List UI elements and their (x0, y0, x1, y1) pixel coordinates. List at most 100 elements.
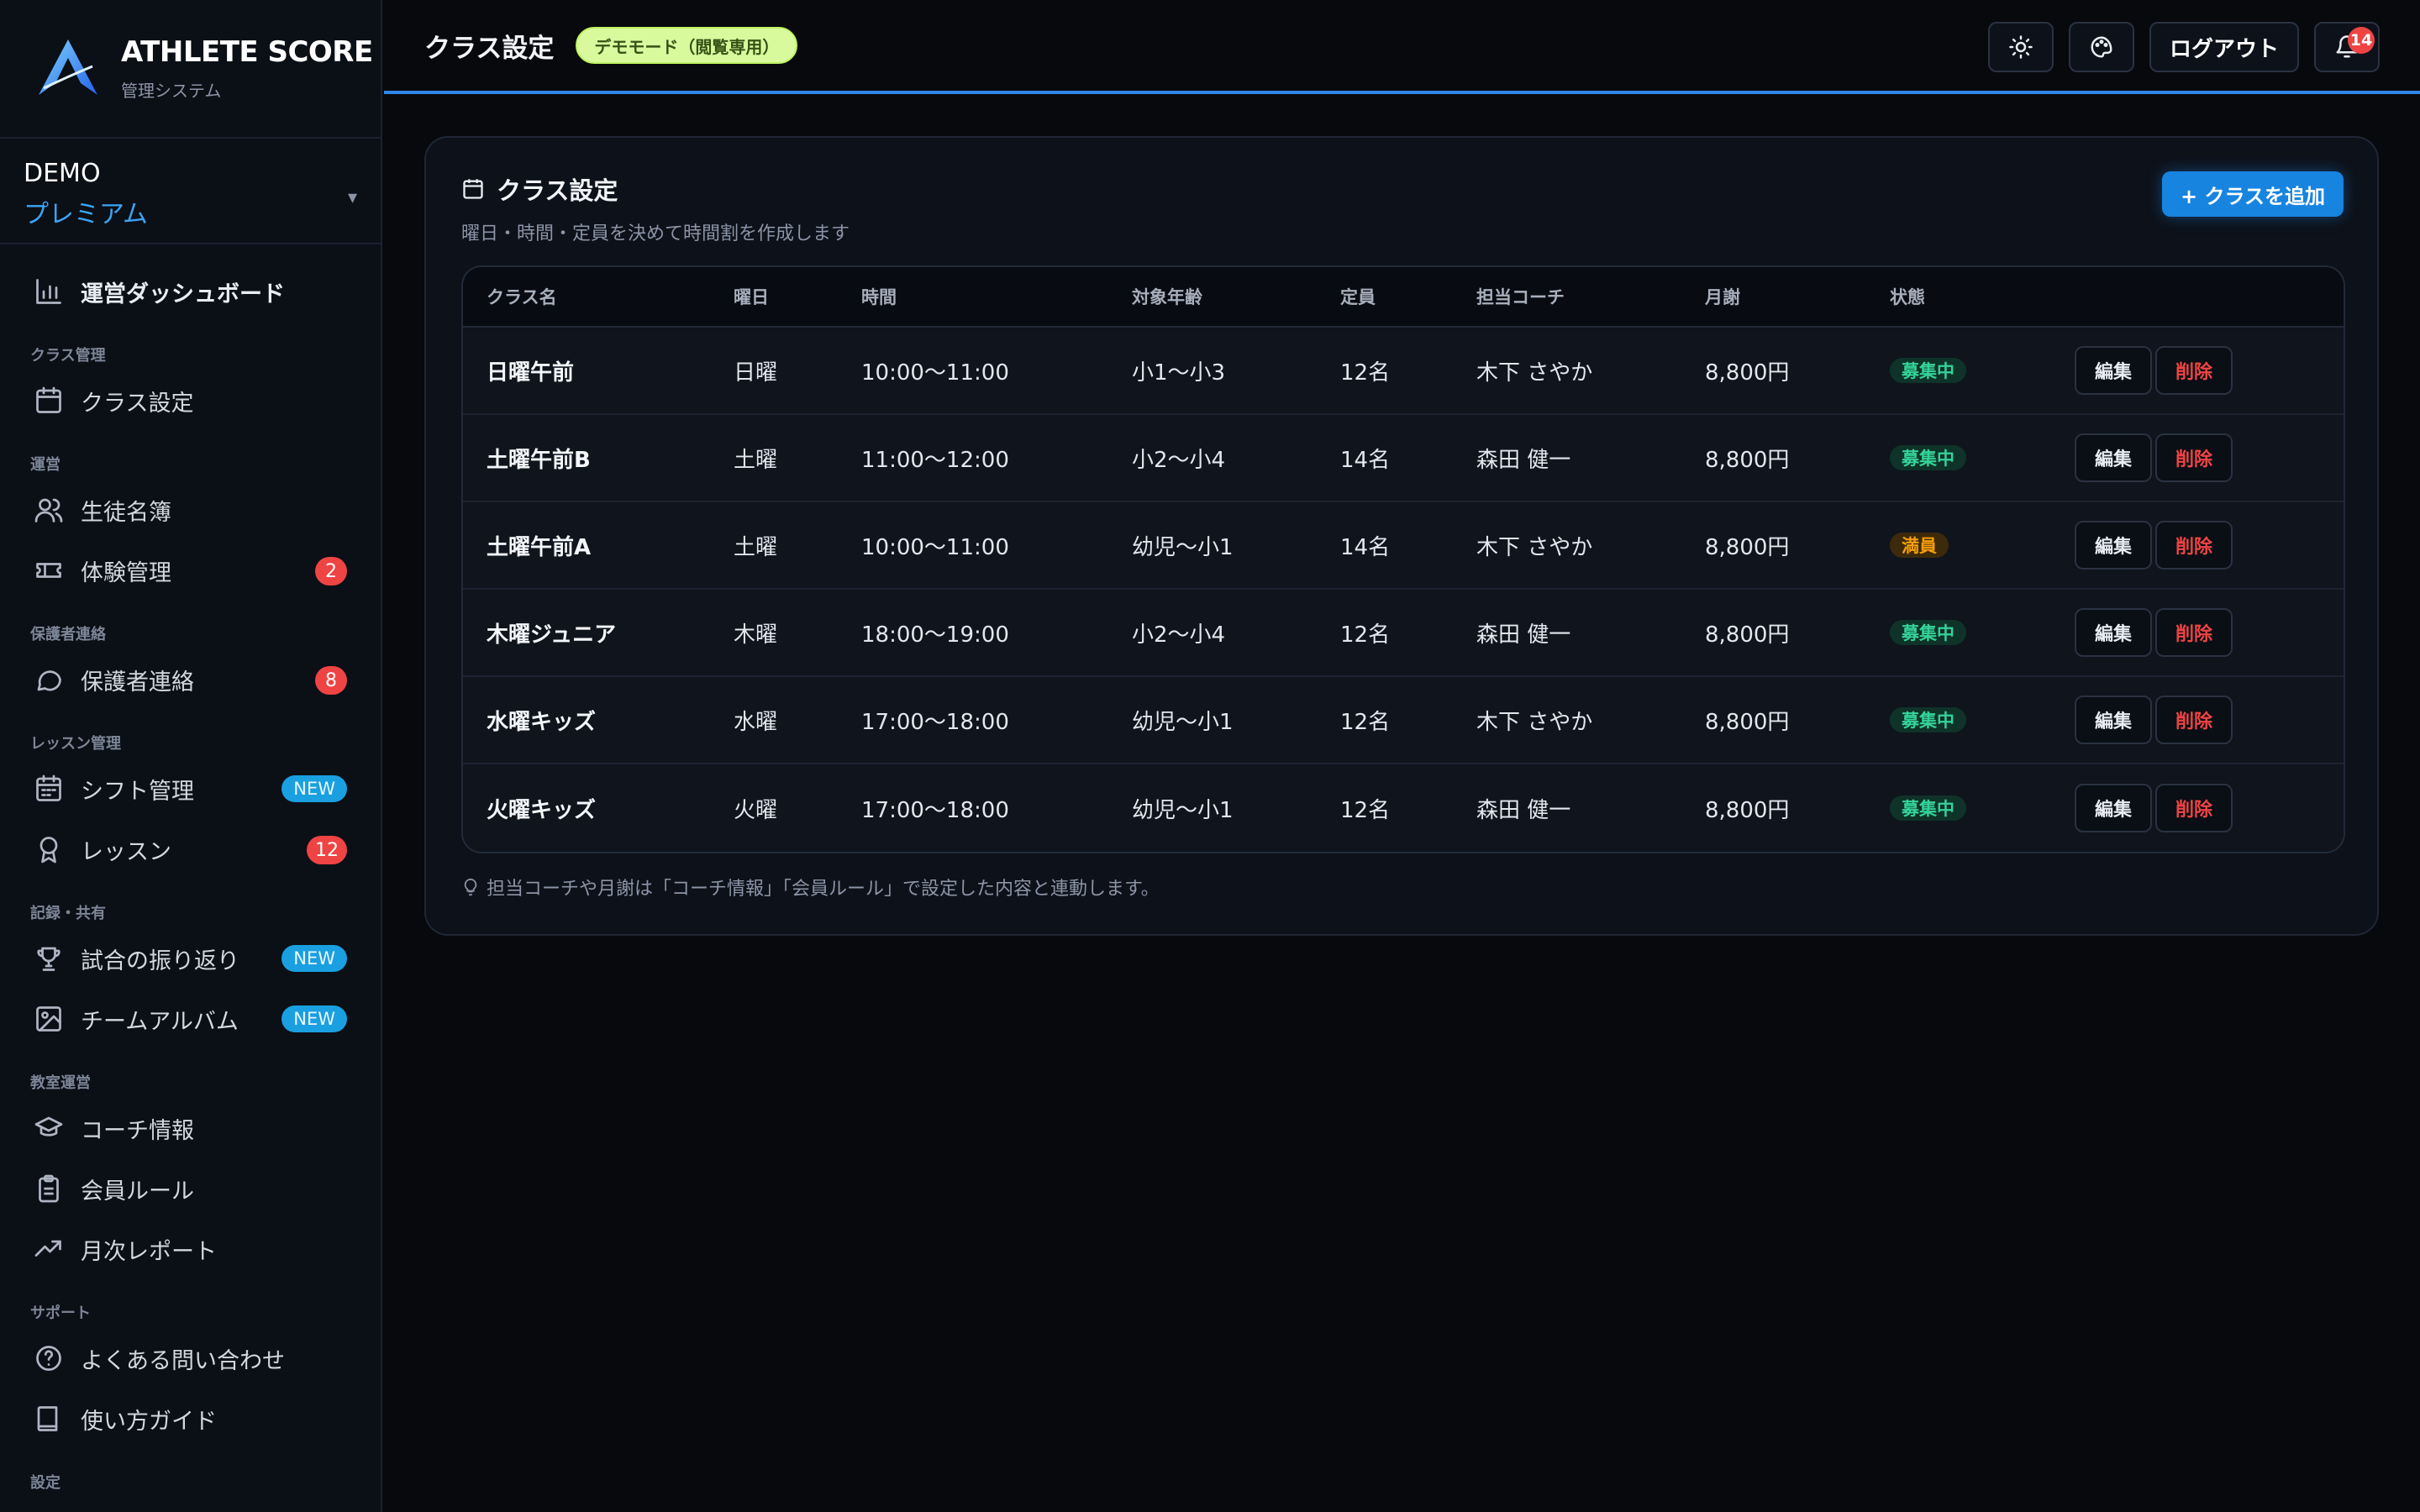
trending-up-icon (34, 1240, 61, 1257)
edit-button[interactable]: 編集 (2075, 784, 2152, 832)
card-title-text: クラス設定 (497, 176, 618, 205)
calendar-icon (36, 386, 61, 413)
sidebar-item-album[interactable]: チームアルバム NEW (0, 989, 381, 1049)
ticket-icon (36, 563, 61, 578)
delete-button[interactable]: 削除 (2155, 784, 2233, 832)
cell-capacity: 12名 (1340, 709, 1391, 735)
sidebar-item-label: シフト管理 (81, 778, 194, 805)
delete-button[interactable]: 削除 (2155, 346, 2233, 395)
row-actions: 編集 削除 (2075, 346, 2233, 395)
cell-time: 17:00〜18:00 (861, 709, 1009, 735)
cell-coach: 森田 健一 (1476, 797, 1571, 823)
cell-fee: 8,800円 (1705, 360, 1790, 386)
table-body: 日曜午前 日曜 10:00〜11:00 小1〜小3 12名 木下 さやか 8,800円 募集中… (463, 328, 2344, 852)
sidebar-item-guide[interactable]: 使い方ガイド (0, 1389, 381, 1449)
row-actions: 編集 削除 (2075, 433, 2233, 482)
sidebar-item-label: 月次レポート (81, 1238, 217, 1265)
sidebar-item-label: 保護者連絡 (81, 669, 194, 696)
palette-icon (2091, 36, 2112, 58)
row-actions: 編集 削除 (2075, 521, 2233, 570)
delete-button[interactable]: 削除 (2155, 521, 2233, 570)
sidebar-item-class-settings[interactable]: クラス設定 (0, 370, 381, 431)
cell-age: 幼児〜小1 (1132, 709, 1234, 735)
sidebar-item-shift[interactable]: シフト管理 NEW (0, 759, 381, 819)
edit-button[interactable]: 編集 (2075, 696, 2152, 744)
notifications-button[interactable]: 14 (2314, 22, 2380, 72)
sidebar-item-coach[interactable]: コーチ情報 (0, 1098, 381, 1158)
edit-button[interactable]: 編集 (2075, 346, 2152, 395)
logout-button[interactable]: ログアウト (2149, 22, 2299, 72)
sidebar-item-guardian-contact[interactable]: 保護者連絡 8 (0, 649, 381, 710)
sidebar-item-label: 使い方ガイド (81, 1408, 217, 1435)
bar-chart-icon (36, 279, 61, 304)
sidebar-item-lesson[interactable]: レッスン 12 (0, 819, 381, 879)
athlete-score-logo-icon (39, 39, 97, 95)
cell-coach: 木下 さやか (1476, 360, 1593, 386)
sidebar-item-trial[interactable]: 体験管理 2 (0, 540, 381, 601)
delete-button[interactable]: 削除 (2155, 433, 2233, 482)
status-badge: 募集中 (1890, 358, 1966, 383)
th-age: 対象年齢 (1132, 287, 1202, 307)
th-class-name: クラス名 (487, 287, 557, 307)
sidebar-item-match-review[interactable]: 試合の振り返り NEW (0, 928, 381, 989)
class-settings-card: クラス設定 曜日・時間・定員を決めて時間割を作成します + クラスを追加 クラス… (424, 136, 2379, 936)
edit-button[interactable]: 編集 (2075, 521, 2152, 570)
new-badge: NEW (281, 775, 347, 802)
edit-button[interactable]: 編集 (2075, 608, 2152, 657)
cell-coach: 木下 さやか (1476, 709, 1593, 735)
brand[interactable]: ATHLETE SCORE 管理システム (0, 0, 381, 139)
guardian-count-badge: 8 (315, 666, 347, 695)
help-circle-icon (36, 1346, 61, 1371)
edit-button[interactable]: 編集 (2075, 433, 2152, 482)
cell-day: 火曜 (734, 797, 778, 823)
theme-toggle-button[interactable] (1987, 22, 2054, 72)
cell-age: 小2〜小4 (1132, 622, 1226, 648)
sidebar-item-report[interactable]: 月次レポート (0, 1219, 381, 1279)
cell-day: 土曜 (734, 447, 778, 473)
th-day: 曜日 (734, 287, 769, 307)
section-records: 記録・共有 (30, 905, 106, 922)
sidebar: ATHLETE SCORE 管理システム DEMO プレミアム ▾ 運営ダッシュ… (0, 0, 382, 1512)
sidebar-item-label: コーチ情報 (81, 1117, 194, 1144)
chat-bubble-icon (37, 670, 61, 691)
delete-button[interactable]: 削除 (2155, 696, 2233, 744)
cell-capacity: 14名 (1340, 534, 1391, 560)
cell-capacity: 14名 (1340, 447, 1391, 473)
account-name: DEMO (24, 159, 101, 188)
graduation-cap-icon (34, 1116, 63, 1137)
status-badge: 募集中 (1890, 795, 1966, 821)
cell-coach: 森田 健一 (1476, 447, 1571, 473)
sidebar-item-label: 生徒名簿 (81, 499, 171, 526)
cell-day: 水曜 (734, 709, 778, 735)
notification-count-badge: 14 (2348, 27, 2375, 54)
sidebar-item-label: レッスン (81, 838, 171, 865)
sidebar-item-rules[interactable]: 会員ルール (0, 1158, 381, 1219)
sidebar-item-faq[interactable]: よくある問い合わせ (0, 1328, 381, 1389)
section-support: サポート (30, 1305, 91, 1322)
add-class-button[interactable]: + クラスを追加 (2162, 171, 2344, 217)
sidebar-item-label: 試合の振り返り (81, 948, 239, 974)
card-title: クラス設定 (461, 171, 850, 207)
image-icon (36, 1006, 61, 1032)
sidebar-item-students[interactable]: 生徒名簿 (0, 480, 381, 540)
sidebar-item-dashboard[interactable]: 運営ダッシュボード (0, 261, 381, 322)
sidebar-item-label: 会員ルール (81, 1178, 194, 1205)
award-icon (39, 837, 58, 864)
th-coach: 担当コーチ (1476, 287, 1565, 307)
class-table: クラス名 曜日 時間 対象年齢 定員 担当コーチ 月謝 状態 日曜午前 日曜 10:… (461, 265, 2345, 853)
row-actions: 編集 削除 (2075, 696, 2233, 744)
cell-coach: 木下 さやか (1476, 534, 1593, 560)
status-badge: 募集中 (1890, 707, 1966, 732)
brand-name: ATHLETE SCORE (121, 35, 373, 69)
cell-age: 幼児〜小1 (1132, 534, 1234, 560)
new-badge: NEW (281, 1005, 347, 1032)
account-switcher[interactable]: DEMO プレミアム ▾ (0, 139, 381, 244)
cell-day: 日曜 (734, 360, 778, 386)
delete-button[interactable]: 削除 (2155, 608, 2233, 657)
cell-age: 小1〜小3 (1132, 360, 1226, 386)
cell-fee: 8,800円 (1705, 622, 1790, 648)
palette-button[interactable] (2068, 22, 2134, 72)
demo-mode-badge: デモモード（閲覧専用） (576, 27, 798, 64)
page-title: クラス設定 (424, 33, 555, 64)
th-fee: 月謝 (1705, 287, 1740, 307)
